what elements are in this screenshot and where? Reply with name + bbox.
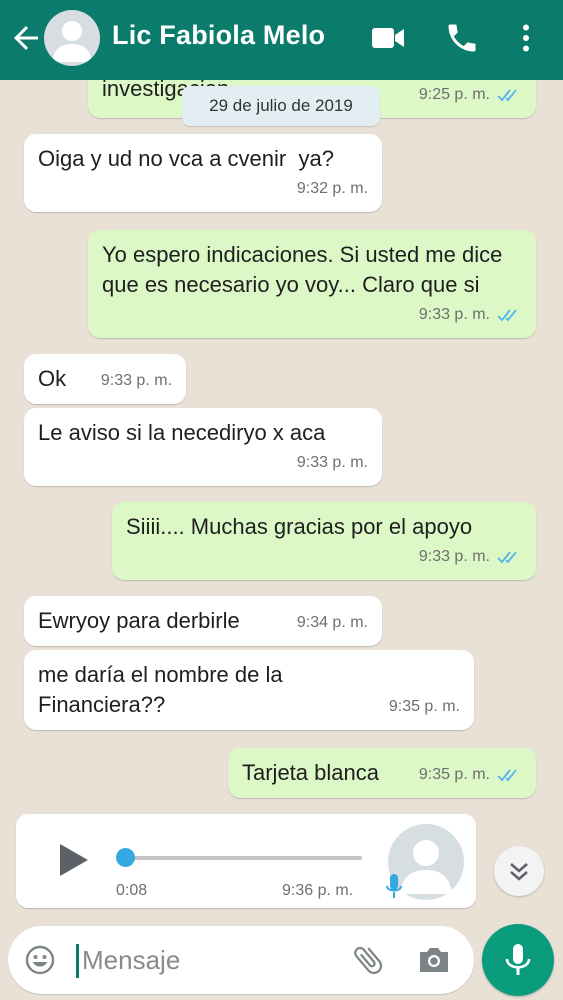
read-ticks-icon [497,769,517,782]
message-meta: 9:33 p. m. [101,366,172,396]
message-meta: 9:35 p. m. [389,692,460,722]
chat-header: Lic Fabiola Melo [0,0,563,80]
microphone-icon [386,874,402,898]
read-ticks-icon [497,89,517,102]
message-meta: 9:33 p. m. [419,300,522,330]
attach-icon[interactable] [350,942,386,978]
message-text: Yo espero indicaciones. Si usted me dice… [102,242,509,297]
voice-message-bubble[interactable]: 0:08 9:36 p. m. [16,814,476,908]
message-text: Le aviso si la necediryo x aca [38,420,326,445]
message-time: 9:25 p. m. [418,86,490,103]
text-caret [76,944,79,978]
message-meta: 9:35 p. m. [419,760,522,790]
message-text: Siiii.... Muchas gracias por el apoyo [126,514,473,539]
message-meta: 9:34 p. m. [297,608,368,638]
audio-progress-knob[interactable] [116,848,135,867]
microphone-icon [505,944,531,975]
message-meta: 9:33 p. m. [297,448,368,478]
emoji-icon[interactable] [24,944,56,976]
more-options-icon[interactable] [508,20,544,56]
message-time: 9:33 p. m. [418,306,490,323]
message-bubble-incoming[interactable]: Ewryoy para derbirle 9:34 p. m. [24,596,382,646]
contact-avatar[interactable] [44,10,100,66]
message-meta: 9:25 p. m. [419,80,522,110]
scroll-to-bottom-button[interactable] [494,846,544,896]
message-bubble-outgoing[interactable]: Siiii.... Muchas gracias por el apoyo 9:… [112,502,536,580]
read-ticks-icon [497,551,517,564]
double-chevron-down-icon [510,863,528,881]
back-arrow-icon[interactable] [8,20,44,56]
video-call-icon[interactable] [368,20,408,56]
chat-area[interactable]: investigacion 9:25 p. m. 29 de julio de … [0,80,563,920]
message-input[interactable] [82,940,332,980]
contact-name[interactable]: Lic Fabiola Melo [112,20,325,51]
message-time: 9:32 p. m. [296,180,368,197]
message-bubble-outgoing[interactable]: Tarjeta blanca 9:35 p. m. [228,748,536,798]
voice-call-icon[interactable] [442,20,482,56]
message-bubble-incoming[interactable]: Oiga y ud no vca a cvenir ya? 9:32 p. m. [24,134,382,212]
play-icon[interactable] [56,840,92,880]
message-time: 9:33 p. m. [296,454,368,471]
message-bubble-incoming[interactable]: Le aviso si la necediryo x aca 9:33 p. m… [24,408,382,486]
message-time: 9:34 p. m. [296,614,368,631]
message-time: 9:35 p. m. [388,698,460,715]
message-bubble-incoming[interactable]: Ok 9:33 p. m. [24,354,186,404]
voice-duration: 0:08 [116,882,148,899]
read-ticks-icon [497,309,517,322]
voice-record-button[interactable] [482,924,554,996]
message-meta: 9:32 p. m. [297,174,368,204]
message-text: Oiga y ud no vca a cvenir ya? [38,146,334,171]
audio-progress-track[interactable] [124,856,362,860]
message-time: 9:33 p. m. [100,372,172,389]
message-time: 9:33 p. m. [418,548,490,565]
camera-icon[interactable] [416,944,452,976]
message-time: 9:35 p. m. [418,766,490,783]
date-chip: 29 de julio de 2019 [182,86,380,126]
message-meta: 9:33 p. m. [419,542,522,572]
message-time: 9:36 p. m. [282,882,354,899]
message-composer [8,926,474,994]
message-bubble-outgoing[interactable]: Yo espero indicaciones. Si usted me dice… [88,230,536,338]
message-bubble-incoming[interactable]: me daría el nombre de la Financiera?? 9:… [24,650,474,730]
message-text: me daría el nombre de la Financiera?? [38,662,289,717]
